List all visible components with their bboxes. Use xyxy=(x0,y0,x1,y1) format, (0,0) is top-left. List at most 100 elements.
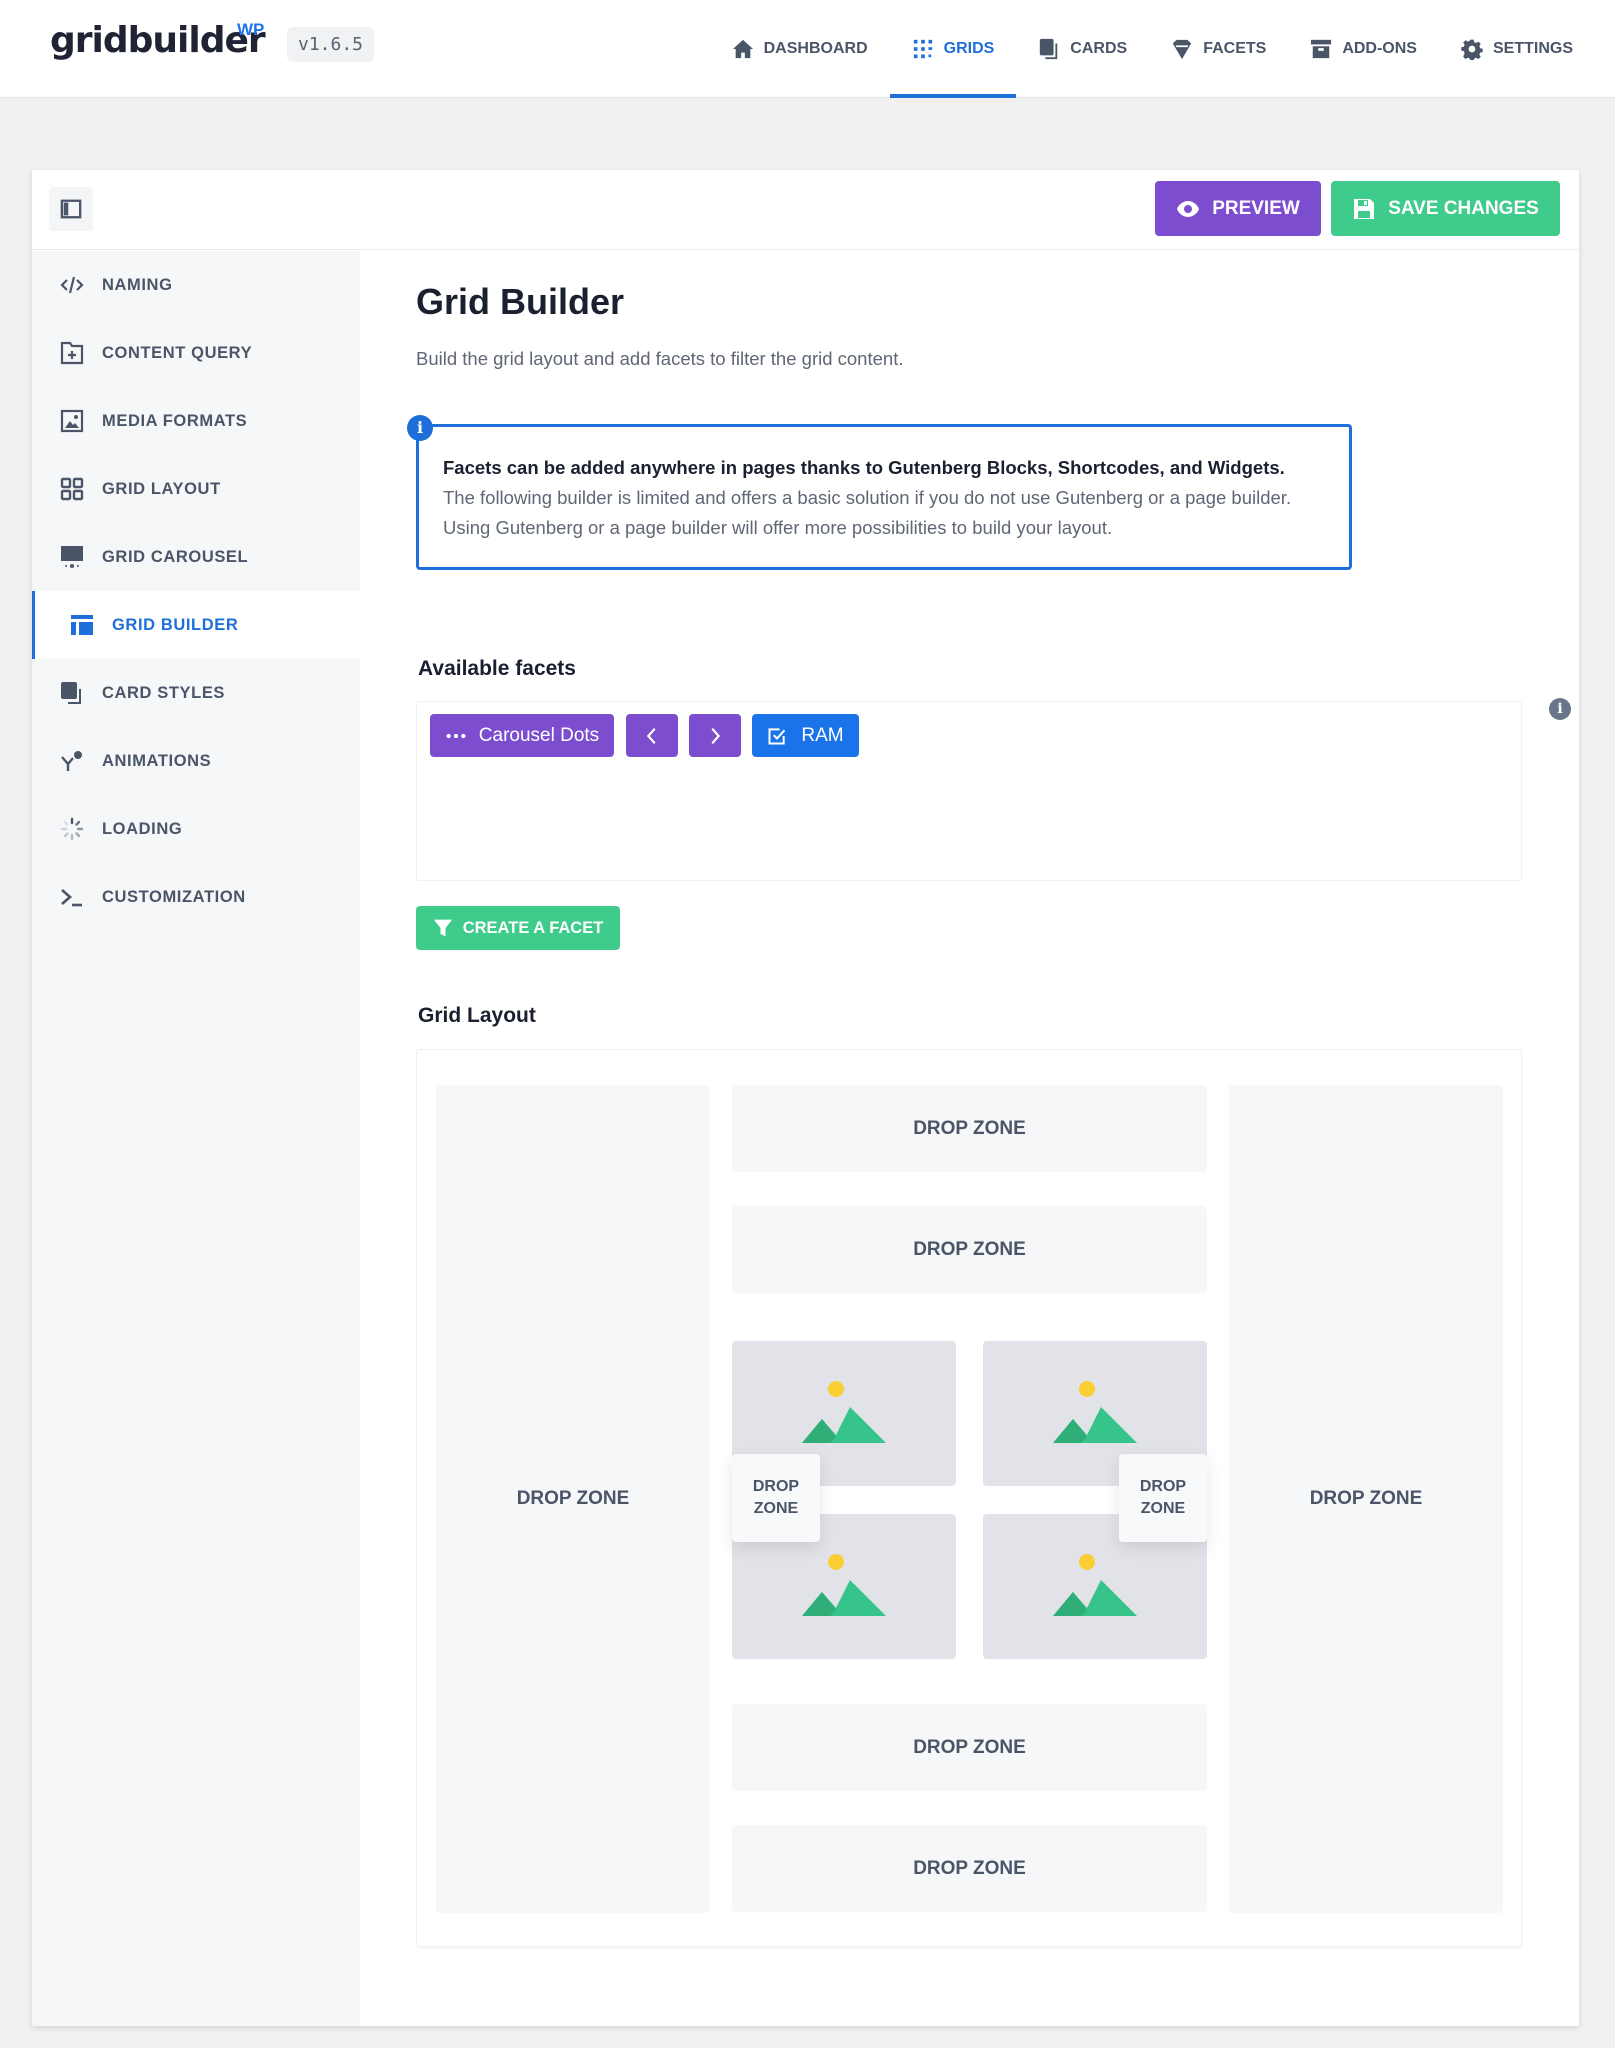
nav-label: FACETS xyxy=(1203,40,1267,57)
sidebar-item-label: CONTENT QUERY xyxy=(102,343,253,362)
drop-zone-label: DROP ZONE xyxy=(516,1488,630,1509)
notice-heading: Facets can be added anywhere in pages th… xyxy=(443,457,1285,478)
sidebar-item-customization[interactable]: CUSTOMIZATION xyxy=(32,863,360,931)
image-placeholder-icon xyxy=(802,1381,886,1443)
sidebar-item-content-query[interactable]: CONTENT QUERY xyxy=(32,319,360,387)
home-icon xyxy=(732,39,753,59)
panel-header: PREVIEW SAVE CHANGES xyxy=(32,170,1579,250)
sidebar-item-label: CARD STYLES xyxy=(102,683,226,702)
grid-layout-area: DROP ZONE DROP ZONE DROP ZONE DROP ZONE … xyxy=(416,1049,1522,1947)
sidebar-item-label: MEDIA FORMATS xyxy=(102,411,248,430)
version-badge: v1.6.5 xyxy=(287,27,375,62)
image-placeholder-icon xyxy=(802,1554,886,1616)
nav-cards[interactable]: CARDS xyxy=(1016,0,1149,98)
drop-zone-float-left[interactable]: DROP ZONE xyxy=(732,1454,820,1542)
sidebar-item-grid-builder[interactable]: GRID BUILDER xyxy=(32,591,360,659)
sidebar-toggle-button[interactable] xyxy=(49,187,93,231)
drop-zone-label: DROP ZONE xyxy=(752,1478,800,1517)
info-notice: i Facets can be added anywhere in pages … xyxy=(407,415,1352,570)
sidebar-item-grid-layout[interactable]: GRID LAYOUT xyxy=(32,455,360,523)
settings-panel: PREVIEW SAVE CHANGES NAMING CONTENT QUER… xyxy=(32,170,1579,2026)
sidebar-toggle-icon xyxy=(60,199,82,219)
nav-label: GRIDS xyxy=(943,40,995,57)
nav-settings[interactable]: SETTINGS xyxy=(1439,0,1595,98)
grid-layout-title: Grid Layout xyxy=(418,1004,536,1027)
chevron-left-icon xyxy=(646,727,656,744)
nav-grids[interactable]: GRIDS xyxy=(889,0,1017,98)
checkbox-icon xyxy=(768,727,786,744)
logo-wp-badge: WP xyxy=(237,20,265,39)
sidebar: NAMING CONTENT QUERY MEDIA FORMATS GRID … xyxy=(32,251,360,2026)
sidebar-item-label: GRID BUILDER xyxy=(112,615,239,634)
drop-zone-left[interactable]: DROP ZONE xyxy=(436,1085,710,1913)
carousel-icon xyxy=(61,546,83,568)
chevron-right-icon xyxy=(711,727,721,744)
image-placeholder-icon xyxy=(1053,1554,1137,1616)
nav-label: SETTINGS xyxy=(1492,40,1573,57)
facet-carousel-dots[interactable]: Carousel Dots xyxy=(430,714,614,757)
gear-icon xyxy=(1461,39,1483,60)
logo[interactable]: gridbuilder xyxy=(50,20,266,61)
sidebar-item-label: GRID CAROUSEL xyxy=(102,547,249,566)
drop-zone-top-1[interactable]: DROP ZONE xyxy=(732,1085,1207,1172)
save-changes-label: SAVE CHANGES xyxy=(1388,197,1539,219)
drop-zone-bottom-1[interactable]: DROP ZONE xyxy=(732,1704,1207,1791)
grid-layout-icon xyxy=(60,477,84,501)
preview-button[interactable]: PREVIEW xyxy=(1155,181,1321,236)
main-nav: DASHBOARD GRIDS CARDS FACETS ADD-ONS SET… xyxy=(710,0,1595,98)
create-facet-button[interactable]: CREATE A FACET xyxy=(416,906,620,950)
drop-zone-label: DROP ZONE xyxy=(913,1238,1026,1260)
page-title: Grid Builder xyxy=(416,281,625,322)
dots-icon xyxy=(446,733,466,738)
notice-line: Using Gutenberg or a page builder will o… xyxy=(443,517,1113,538)
nav-dashboard[interactable]: DASHBOARD xyxy=(710,0,890,98)
drop-zone-right[interactable]: DROP ZONE xyxy=(1229,1085,1503,1913)
facet-previous[interactable] xyxy=(626,714,678,757)
terminal-icon xyxy=(61,889,82,907)
save-icon xyxy=(1354,198,1375,219)
spinner-icon xyxy=(60,817,84,841)
archive-icon xyxy=(1311,39,1332,59)
image-placeholder-icon xyxy=(1053,1381,1137,1443)
info-icon: i xyxy=(407,415,433,441)
sidebar-item-media-formats[interactable]: MEDIA FORMATS xyxy=(32,387,360,455)
save-changes-button[interactable]: SAVE CHANGES xyxy=(1331,181,1560,236)
drop-zone-float-right[interactable]: DROP ZONE xyxy=(1119,1454,1207,1542)
facet-next[interactable] xyxy=(689,714,741,757)
sidebar-item-grid-carousel[interactable]: GRID CAROUSEL xyxy=(32,523,360,591)
nav-add-ons[interactable]: ADD-ONS xyxy=(1288,0,1439,98)
sidebar-item-animations[interactable]: ANIMATIONS xyxy=(32,727,360,795)
filter-icon xyxy=(433,919,452,937)
nav-facets[interactable]: FACETS xyxy=(1149,0,1288,98)
nav-label: CARDS xyxy=(1070,40,1128,57)
top-bar: gridbuilder WP v1.6.5 DASHBOARD GRIDS CA… xyxy=(0,0,1615,98)
facet-label: RAM xyxy=(801,724,844,746)
available-facets-area: Carousel Dots RAM xyxy=(416,701,1522,881)
drop-zone-label: DROP ZONE xyxy=(913,1857,1026,1879)
folder-plus-icon xyxy=(60,341,84,365)
facet-icon xyxy=(1173,39,1192,60)
nav-label: ADD-ONS xyxy=(1342,40,1417,57)
sidebar-item-naming[interactable]: NAMING xyxy=(32,251,360,319)
sidebar-item-label: ANIMATIONS xyxy=(102,751,212,770)
code-icon xyxy=(60,276,84,294)
sidebar-item-loading[interactable]: LOADING xyxy=(32,795,360,863)
nav-label: DASHBOARD xyxy=(763,40,868,57)
preview-label: PREVIEW xyxy=(1212,197,1300,219)
drop-zone-label: DROP ZONE xyxy=(1309,1488,1423,1509)
animation-icon xyxy=(61,751,82,771)
facet-ram[interactable]: RAM xyxy=(752,714,859,757)
sidebar-item-label: GRID LAYOUT xyxy=(102,479,221,498)
builder-icon xyxy=(71,615,93,635)
page-subtitle: Build the grid layout and add facets to … xyxy=(416,348,904,369)
sidebar-item-card-styles[interactable]: CARD STYLES xyxy=(32,659,360,727)
drop-zone-label: DROP ZONE xyxy=(913,1736,1026,1758)
grid-icon xyxy=(913,39,932,59)
notice-line: The following builder is limited and off… xyxy=(443,487,1292,508)
create-facet-label: CREATE A FACET xyxy=(462,918,604,937)
sidebar-item-label: CUSTOMIZATION xyxy=(102,887,246,906)
drop-zone-bottom-2[interactable]: DROP ZONE xyxy=(732,1825,1207,1912)
eye-icon xyxy=(1177,200,1200,217)
facets-info-icon[interactable]: i xyxy=(1549,698,1571,720)
drop-zone-top-2[interactable]: DROP ZONE xyxy=(732,1206,1207,1293)
